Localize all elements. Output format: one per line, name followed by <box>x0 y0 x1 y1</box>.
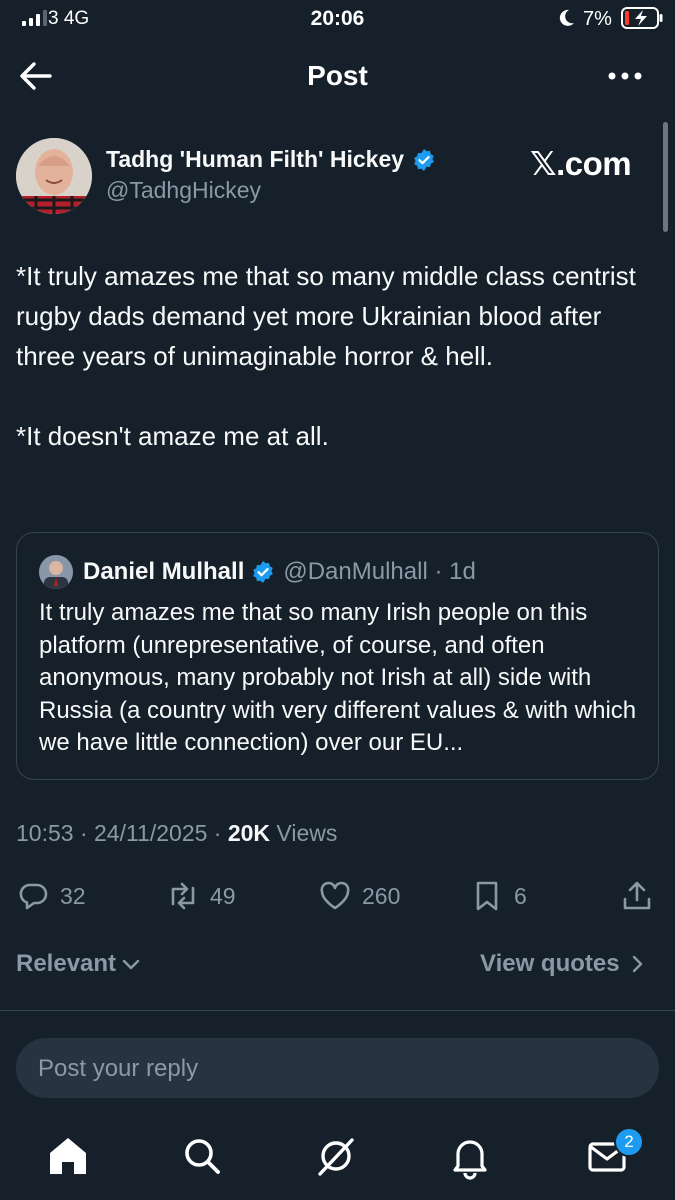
divider <box>0 1010 675 1011</box>
tweet-text: *It truly amazes me that so many middle … <box>16 261 636 451</box>
author-name[interactable]: Tadhg 'Human Filth' Hickey <box>106 146 404 173</box>
views-label: Views <box>270 820 338 846</box>
battery-percent: 7% <box>583 8 612 30</box>
quoted-author-row: Daniel Mulhall @DanMulhall · 1d <box>83 558 476 586</box>
grok-icon[interactable] <box>312 1132 360 1180</box>
status-bar: 3 4G 20:06 7% <box>0 0 675 40</box>
reply-icon <box>19 883 48 910</box>
post-header: Post <box>0 40 675 112</box>
view-quotes-label: View quotes <box>480 950 620 977</box>
quoted-handle-time: @DanMulhall · 1d <box>283 558 476 585</box>
battery-charging-icon <box>621 7 663 29</box>
page-title: Post <box>307 60 368 91</box>
sort-relevant-dropdown[interactable]: Relevant <box>16 950 142 978</box>
x-watermark: 𝕏.com <box>530 145 632 182</box>
quoted-post-card[interactable]: Daniel Mulhall @DanMulhall · 1d It truly… <box>16 532 659 780</box>
moon-icon <box>559 9 574 26</box>
view-quotes-link[interactable]: View quotes <box>480 950 648 978</box>
bell-icon[interactable] <box>446 1132 494 1180</box>
reply-button[interactable]: 32 <box>16 876 86 916</box>
share-icon <box>623 881 651 910</box>
verified-badge-icon <box>253 561 274 583</box>
author-avatar-image <box>16 138 92 214</box>
author-handle[interactable]: @TadhgHickey <box>106 177 261 204</box>
bookmark-icon <box>476 881 498 911</box>
like-count: 260 <box>362 882 401 909</box>
reply-placeholder: Post your reply <box>38 1055 199 1082</box>
bookmark-count: 6 <box>514 882 527 909</box>
verified-badge-icon <box>414 148 434 171</box>
sort-relevant-label: Relevant <box>16 950 117 977</box>
bookmark-button[interactable]: 6 <box>470 876 527 916</box>
heart-icon <box>320 881 350 910</box>
chevron-down-icon <box>122 959 140 970</box>
reply-count: 32 <box>60 882 86 909</box>
author-avatar[interactable] <box>16 138 92 214</box>
share-button[interactable] <box>620 876 664 916</box>
post-metadata: 10:53 · 24/11/2025 · 20K Views <box>16 820 337 847</box>
scrollbar[interactable] <box>663 122 668 232</box>
like-button[interactable]: 260 <box>318 876 400 916</box>
repost-icon <box>171 882 195 910</box>
quoted-author-avatar <box>39 555 73 589</box>
post-timestamp: 10:53 · 24/11/2025 · <box>16 820 228 846</box>
messages-badge: 2 <box>614 1127 644 1157</box>
views-count[interactable]: 20K <box>228 820 270 846</box>
home-icon[interactable] <box>44 1132 92 1180</box>
reply-input[interactable]: Post your reply <box>16 1038 659 1098</box>
repost-button[interactable]: 49 <box>166 876 236 916</box>
quoted-author-name: Daniel Mulhall <box>83 558 245 585</box>
author-name-row[interactable]: Tadhg 'Human Filth' Hickey <box>106 146 436 173</box>
chevron-right-icon <box>632 955 642 973</box>
more-options-icon[interactable] <box>600 60 650 92</box>
search-icon[interactable] <box>178 1132 226 1180</box>
quoted-avatar-image <box>39 555 73 589</box>
repost-count: 49 <box>210 882 236 909</box>
quoted-text: It truly amazes me that so many Irish pe… <box>39 599 637 756</box>
